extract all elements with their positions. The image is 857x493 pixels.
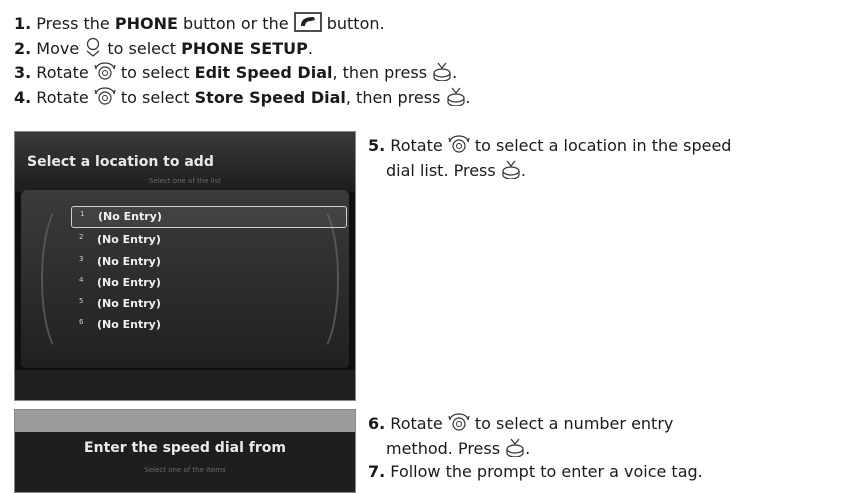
- joystick-down-icon: [84, 37, 102, 62]
- step-7: 7. Follow the prompt to enter a voice ta…: [368, 462, 703, 481]
- location-list-screenshot: Select a location to add Select one of t…: [14, 131, 356, 401]
- rotate-knob-icon: [94, 86, 116, 111]
- entry-method-screenshot: Enter the speed dial from Select one of …: [14, 409, 356, 493]
- step-4: 4. Rotate to select Store Speed Dial, th…: [14, 86, 471, 111]
- press-knob-icon: [505, 437, 525, 462]
- rotate-knob-icon: [448, 134, 470, 159]
- list-item[interactable]: 1 (No Entry): [71, 206, 347, 228]
- step-3: 3. Rotate to select Edit Speed Dial, the…: [14, 61, 457, 86]
- step-5: 5. Rotate to select a location in the sp…: [368, 134, 731, 159]
- press-knob-icon: [432, 61, 452, 86]
- screen-subtitle: Select one of the items: [144, 466, 226, 474]
- list-item[interactable]: 4 (No Entry): [71, 273, 345, 293]
- step-5-continued: dial list. Press .: [386, 159, 526, 184]
- phone-icon: [293, 12, 322, 37]
- screen-title: Enter the speed dial from: [84, 440, 286, 456]
- list-item[interactable]: 6 (No Entry): [71, 315, 345, 335]
- list-item[interactable]: 3 (No Entry): [71, 252, 345, 272]
- step-2: 2. Move to select PHONE SETUP.: [14, 37, 313, 62]
- screen-top-strip: [15, 410, 355, 432]
- rotate-knob-icon: [94, 61, 116, 86]
- screen-bottom-bar: [15, 370, 355, 400]
- rotate-knob-icon: [448, 412, 470, 437]
- step-number: 1.: [14, 14, 32, 33]
- step-6-continued: method. Press .: [386, 437, 530, 462]
- list-item[interactable]: 5 (No Entry): [71, 294, 345, 314]
- screen-title: Select a location to add: [27, 154, 214, 170]
- press-knob-icon: [446, 86, 466, 111]
- step-1: 1. Press the PHONE button or the button.: [14, 12, 385, 37]
- press-knob-icon: [501, 159, 521, 184]
- step-6: 6. Rotate to select a number entry: [368, 412, 673, 437]
- list-item[interactable]: 2 (No Entry): [71, 230, 345, 250]
- screen-subtitle: Select one of the list: [148, 177, 222, 185]
- phone-button-label: PHONE: [114, 14, 178, 33]
